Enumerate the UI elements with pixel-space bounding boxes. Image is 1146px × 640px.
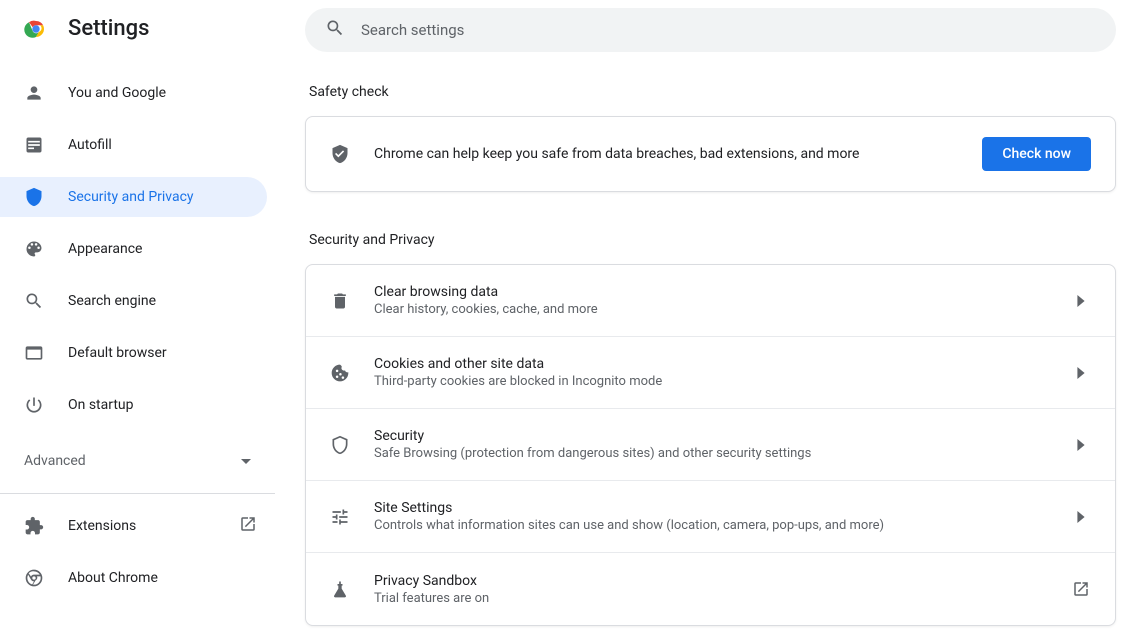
row-title: Privacy Sandbox (374, 573, 1047, 589)
extension-icon (24, 516, 44, 536)
shield-icon (24, 187, 44, 207)
row-subtitle: Third-party cookies are blocked in Incog… (374, 374, 1047, 389)
privacy-item-privacy-sandbox[interactable]: Privacy Sandbox Trial features are on (306, 553, 1115, 625)
sidebar-item-label: About Chrome (68, 570, 257, 586)
cookie-icon (330, 363, 350, 383)
check-now-button[interactable]: Check now (982, 137, 1091, 171)
search-icon (325, 18, 345, 42)
shield-outline-icon (330, 435, 350, 455)
trash-icon (330, 291, 350, 311)
autofill-icon (24, 135, 44, 155)
sidebar-item-label: Search engine (68, 293, 267, 309)
advanced-label: Advanced (24, 453, 86, 469)
chrome-outline-icon (24, 568, 44, 588)
chevron-down-icon (241, 452, 251, 471)
search-bar[interactable] (305, 8, 1116, 52)
chevron-right-icon (1071, 511, 1091, 523)
sidebar-item-label: Autofill (68, 137, 267, 153)
tune-icon (330, 507, 350, 527)
sidebar-item-label: Extensions (68, 518, 215, 534)
search-input[interactable] (361, 21, 1096, 39)
palette-icon (24, 239, 44, 259)
person-icon (24, 83, 44, 103)
power-icon (24, 395, 44, 415)
external-link-icon (239, 515, 257, 537)
chrome-logo-icon (24, 17, 48, 41)
safety-description: Chrome can help keep you safe from data … (374, 146, 958, 162)
row-subtitle: Controls what information sites can use … (374, 518, 1047, 533)
sidebar-item-label: Security and Privacy (68, 189, 267, 205)
sidebar-item-on-startup[interactable]: On startup (0, 385, 267, 425)
sidebar-item-appearance[interactable]: Appearance (0, 229, 267, 269)
row-title: Site Settings (374, 500, 1047, 516)
sidebar-item-label: Default browser (68, 345, 267, 361)
row-title: Cookies and other site data (374, 356, 1047, 372)
divider (0, 493, 275, 494)
external-link-icon (1071, 580, 1091, 598)
sidebar-item-autofill[interactable]: Autofill (0, 125, 267, 165)
sidebar-item-search-engine[interactable]: Search engine (0, 281, 267, 321)
row-title: Security (374, 428, 1047, 444)
privacy-item-clear-browsing-data[interactable]: Clear browsing data Clear history, cooki… (306, 265, 1115, 337)
sidebar-item-security[interactable]: Security and Privacy (0, 177, 267, 217)
shield-check-icon (330, 144, 350, 164)
sidebar-item-you-and-google[interactable]: You and Google (0, 73, 267, 113)
row-subtitle: Clear history, cookies, cache, and more (374, 302, 1047, 317)
privacy-item-site-settings[interactable]: Site Settings Controls what information … (306, 481, 1115, 553)
row-title: Clear browsing data (374, 284, 1047, 300)
sidebar: You and Google Autofill Security and Pri… (0, 57, 275, 598)
safety-check-card: Chrome can help keep you safe from data … (305, 116, 1116, 192)
privacy-list-card: Clear browsing data Clear history, cooki… (305, 264, 1116, 626)
privacy-section-title: Security and Privacy (305, 232, 1116, 248)
sidebar-item-about-chrome[interactable]: About Chrome (0, 558, 275, 598)
page-title: Settings (68, 16, 149, 41)
sidebar-advanced-toggle[interactable]: Advanced (0, 441, 275, 481)
header: Settings (0, 0, 275, 57)
sidebar-item-extensions[interactable]: Extensions (0, 506, 275, 546)
browser-icon (24, 343, 44, 363)
row-subtitle: Safe Browsing (protection from dangerous… (374, 446, 1047, 461)
chevron-right-icon (1071, 439, 1091, 451)
privacy-item-cookies[interactable]: Cookies and other site data Third-party … (306, 337, 1115, 409)
flask-icon (330, 579, 350, 599)
sidebar-item-label: You and Google (68, 85, 267, 101)
row-subtitle: Trial features are on (374, 591, 1047, 606)
chevron-right-icon (1071, 295, 1091, 307)
sidebar-item-default-browser[interactable]: Default browser (0, 333, 267, 373)
privacy-item-security[interactable]: Security Safe Browsing (protection from … (306, 409, 1115, 481)
chevron-right-icon (1071, 367, 1091, 379)
search-icon (24, 291, 44, 311)
sidebar-item-label: Appearance (68, 241, 267, 257)
sidebar-item-label: On startup (68, 397, 267, 413)
safety-section-title: Safety check (305, 84, 1116, 100)
